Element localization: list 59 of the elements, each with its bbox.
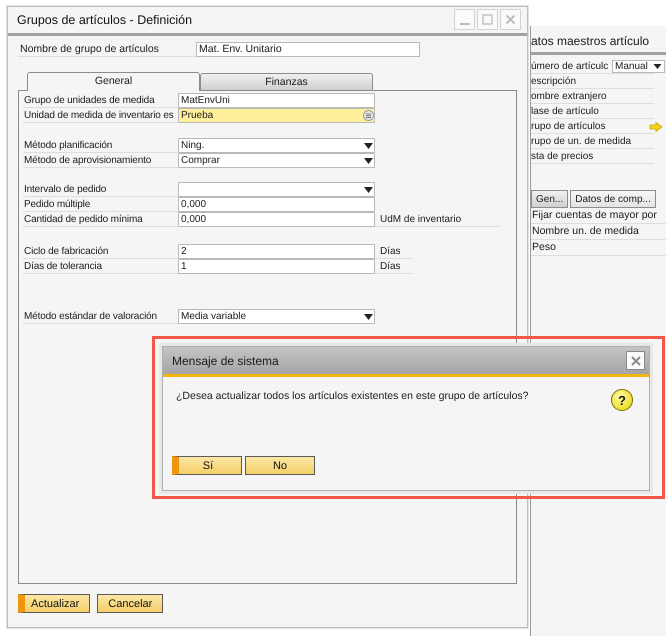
input-field[interactable]: 2 <box>178 244 375 259</box>
field-label: Método de aprovisionamiento <box>23 153 178 168</box>
tab[interactable]: General <box>27 72 200 91</box>
dialog-button[interactable]: Cancelar <box>97 594 164 613</box>
field-label: ombre extranjero <box>531 89 654 104</box>
close-icon <box>505 14 516 24</box>
tab[interactable]: Datos de comp... <box>570 190 656 208</box>
dropdown-icon[interactable] <box>363 312 374 320</box>
dropdown-icon[interactable] <box>363 156 374 164</box>
field-label: Método estándar de valoración <box>23 309 178 324</box>
field-label: rupo de un. de medida <box>531 134 654 149</box>
form-text: Nombre un. de medida <box>531 224 666 240</box>
dropdown-icon[interactable] <box>653 63 662 70</box>
dropdown-field[interactable]: Manual <box>612 60 665 73</box>
dialog-button[interactable]: Actualizar <box>18 594 90 613</box>
maximize-icon <box>482 14 493 24</box>
input-field[interactable]: 0,000 <box>178 212 375 227</box>
input-field[interactable]: Prueba <box>178 108 375 123</box>
close-icon <box>630 356 640 366</box>
dialog-title: Mensaje de sistema <box>172 354 279 368</box>
field-label: Grupo de unidades de medida <box>23 93 178 108</box>
minimize-icon <box>460 22 470 24</box>
field-label: escripción <box>531 74 654 89</box>
help-icon: ? <box>611 389 633 411</box>
dropdown-field[interactable]: Comprar <box>178 153 375 168</box>
field-label: Intervalo de pedido <box>23 182 178 197</box>
dialog-message: ¿Desea actualizar todos los artículos existentes en este grupo de artículos? <box>176 390 529 404</box>
field-label: Método planificación <box>23 138 178 153</box>
field-label: sta de precios <box>531 149 654 164</box>
window-title: atos maestros artículo <box>531 34 650 50</box>
unit-label: Días <box>375 244 413 259</box>
dropdown-icon[interactable] <box>363 186 374 194</box>
input-field[interactable]: 1 <box>178 259 375 274</box>
dropdown-icon[interactable] <box>363 142 374 150</box>
tab[interactable]: Gen... <box>531 190 568 208</box>
field-label: Días de tolerancia <box>23 259 178 274</box>
unit-label: UdM de inventario <box>375 212 500 227</box>
field-label: Ciclo de fabricación <box>23 244 178 259</box>
field-label: Cantidad de pedido mínima <box>23 212 178 227</box>
list-icon[interactable] <box>363 110 374 121</box>
dropdown-field[interactable]: Media variable <box>178 309 375 324</box>
field-label: Unidad de medida de inventario es <box>23 108 178 123</box>
dropdown-field[interactable] <box>178 182 375 197</box>
arrow-icon[interactable] <box>649 122 663 132</box>
form-text: Fijar cuentas de mayor por <box>531 208 666 224</box>
input-field[interactable]: Mat. Env. Unitario <box>196 42 420 57</box>
form-text: Peso <box>531 240 666 256</box>
input-field[interactable]: MatEnvUni <box>178 93 375 108</box>
input-field[interactable]: 0,000 <box>178 197 375 212</box>
field-label: Pedido múltiple <box>23 197 178 212</box>
dropdown-field[interactable]: Ning. <box>178 138 375 153</box>
close-button[interactable] <box>626 351 645 370</box>
window-title: Grupos de artículos - Definición <box>17 13 192 27</box>
field-label: lase de artículo <box>531 104 654 119</box>
dialog-button[interactable]: Sí <box>172 456 242 475</box>
field-label: Nombre de grupo de artículos <box>18 42 196 57</box>
unit-label: Días <box>375 259 413 274</box>
dialog-button[interactable]: No <box>245 456 315 475</box>
tab[interactable]: Finanzas <box>200 73 373 90</box>
